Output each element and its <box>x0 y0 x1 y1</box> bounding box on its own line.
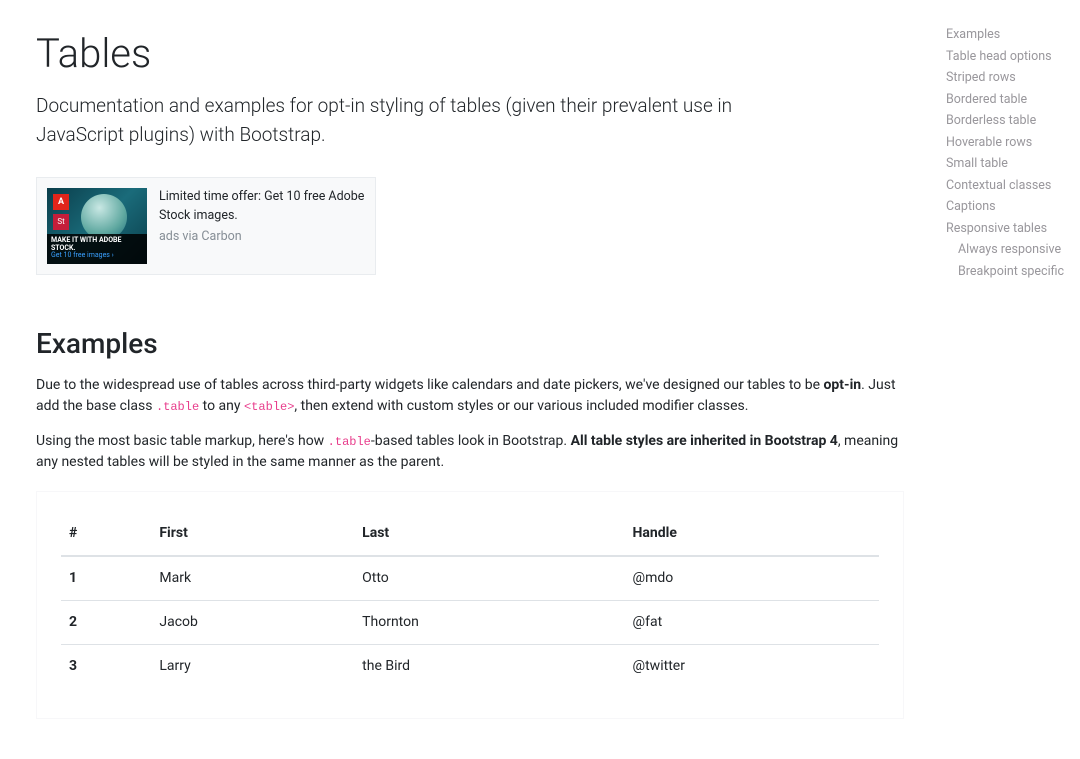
example-table-container: # First Last Handle 1 Mark Otto @mdo 2 <box>36 491 904 719</box>
toc-link-bordered-table[interactable]: Bordered table <box>946 89 1072 111</box>
table-cell-last: Thornton <box>354 601 624 645</box>
toc-link-always-responsive[interactable]: Always responsive <box>946 239 1072 261</box>
code-inline: <table> <box>244 400 294 414</box>
toc-link-responsive-tables[interactable]: Responsive tables <box>946 218 1072 240</box>
table-cell-index: 1 <box>61 556 151 601</box>
text-span: -based tables look in Bootstrap. <box>371 433 571 449</box>
table-cell-handle: @fat <box>625 601 879 645</box>
adobe-logo-icon: A <box>53 194 69 210</box>
toc-link-breakpoint-specific[interactable]: Breakpoint specific <box>946 261 1072 283</box>
table-row: 2 Jacob Thornton @fat <box>61 601 879 645</box>
carbon-ad[interactable]: A St MAKE IT WITH ADOBE STOCK. Get 10 fr… <box>36 177 376 275</box>
table-row: 1 Mark Otto @mdo <box>61 556 879 601</box>
toc-link-striped-rows[interactable]: Striped rows <box>946 67 1072 89</box>
code-inline: .table <box>328 435 371 449</box>
text-strong: All table styles are inherited in Bootst… <box>571 433 838 449</box>
example-table: # First Last Handle 1 Mark Otto @mdo 2 <box>61 512 879 688</box>
toc-link-borderless-table[interactable]: Borderless table <box>946 110 1072 132</box>
table-header-last: Last <box>354 512 624 556</box>
page-lead: Documentation and examples for opt-in st… <box>36 92 776 149</box>
ad-overlay-text: MAKE IT WITH ADOBE STOCK. Get 10 free im… <box>47 234 147 264</box>
toc-link-hoverable-rows[interactable]: Hoverable rows <box>946 132 1072 154</box>
text-span: to any <box>199 398 244 414</box>
table-cell-last: the Bird <box>354 645 624 689</box>
table-header-row: # First Last Handle <box>61 512 879 556</box>
examples-paragraph-2: Using the most basic table markup, here'… <box>36 431 904 473</box>
table-cell-last: Otto <box>354 556 624 601</box>
table-header-index: # <box>61 512 151 556</box>
toc-link-contextual-classes[interactable]: Contextual classes <box>946 175 1072 197</box>
toc-sidebar: Examples Table head options Striped rows… <box>940 0 1080 759</box>
table-cell-handle: @twitter <box>625 645 879 689</box>
table-cell-handle: @mdo <box>625 556 879 601</box>
code-inline: .table <box>156 400 199 414</box>
page-title: Tables <box>36 24 904 84</box>
table-cell-first: Mark <box>151 556 354 601</box>
table-cell-index: 3 <box>61 645 151 689</box>
ad-text: Limited time offer: Get 10 free Adobe St… <box>159 188 365 264</box>
text-span: , then extend with custom styles or our … <box>294 398 748 414</box>
text-span: Due to the widespread use of tables acro… <box>36 377 824 393</box>
table-cell-first: Jacob <box>151 601 354 645</box>
toc-link-small-table[interactable]: Small table <box>946 153 1072 175</box>
table-cell-first: Larry <box>151 645 354 689</box>
toc-link-table-head-options[interactable]: Table head options <box>946 46 1072 68</box>
ad-attribution: ads via Carbon <box>159 228 365 247</box>
toc-sublist: Always responsive Breakpoint specific <box>946 239 1072 282</box>
text-strong: opt-in <box>824 377 862 393</box>
ad-copy: Limited time offer: Get 10 free Adobe St… <box>159 188 365 226</box>
main-content: Tables Documentation and examples for op… <box>0 0 940 759</box>
table-row: 3 Larry the Bird @twitter <box>61 645 879 689</box>
ad-overlay-line2: Get 10 free images › <box>51 252 143 260</box>
toc-link-captions[interactable]: Captions <box>946 196 1072 218</box>
table-header-handle: Handle <box>625 512 879 556</box>
table-header-first: First <box>151 512 354 556</box>
section-title-examples: Examples <box>36 323 904 365</box>
ad-overlay-line1: MAKE IT WITH ADOBE STOCK. <box>51 237 143 252</box>
ad-image: A St MAKE IT WITH ADOBE STOCK. Get 10 fr… <box>47 188 147 264</box>
toc-link-examples[interactable]: Examples <box>946 24 1072 46</box>
adobe-stock-icon: St <box>53 214 69 230</box>
examples-paragraph-1: Due to the widespread use of tables acro… <box>36 375 904 417</box>
table-cell-index: 2 <box>61 601 151 645</box>
text-span: Using the most basic table markup, here'… <box>36 433 328 449</box>
